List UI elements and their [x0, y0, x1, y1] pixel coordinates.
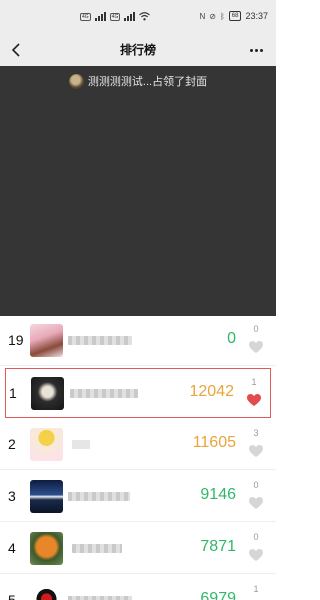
battery-icon: 68: [228, 11, 242, 21]
avatar[interactable]: [30, 428, 63, 461]
step-count: 6979: [200, 590, 236, 600]
avatar[interactable]: [31, 377, 64, 410]
wifi-icon: [139, 12, 151, 21]
cover-caption-text: 测测测测试...占领了封面: [87, 76, 208, 88]
more-button[interactable]: [242, 38, 270, 62]
nav-bar: 排行榜: [0, 34, 276, 66]
rank-number: 19: [8, 332, 24, 348]
cover-image[interactable]: 测测测测试...占领了封面: [0, 66, 276, 316]
status-right: N ⊘ ᛒ 68 23:37: [199, 11, 268, 21]
like-count: 0: [253, 480, 259, 490]
sim1-badge: 4G: [80, 12, 91, 21]
step-count: 0: [227, 330, 236, 347]
heart-icon[interactable]: [249, 341, 263, 354]
step-count: 12042: [189, 383, 235, 400]
rank-number: 3: [8, 488, 16, 504]
sim2-badge: 4G: [109, 12, 121, 21]
ranking-row[interactable]: 4 7871 0: [0, 524, 276, 574]
avatar[interactable]: [30, 480, 63, 513]
ranking-row-current-user[interactable]: 1 12042 1: [5, 368, 271, 418]
avatar[interactable]: [30, 584, 63, 600]
like-count: 0: [253, 532, 259, 542]
heart-icon[interactable]: [249, 549, 263, 562]
ranking-row[interactable]: 19 0 0: [0, 316, 276, 366]
like-count: 0: [253, 324, 259, 334]
signal-group: 4G 4G: [80, 12, 151, 21]
user-name-blurred: [72, 440, 90, 449]
heart-icon-liked[interactable]: [247, 394, 261, 407]
page-title: 排行榜: [119, 43, 156, 57]
row-divider: [0, 469, 276, 470]
heart-icon[interactable]: [249, 445, 263, 458]
nfc-icon: N: [199, 11, 206, 21]
rank-number: 5: [8, 592, 16, 600]
bluetooth-icon: ᛒ: [219, 11, 225, 21]
avatar[interactable]: [30, 532, 63, 565]
user-name-blurred: [68, 596, 132, 600]
mute-icon: ⊘: [209, 11, 216, 21]
signal-bars-icon: [124, 12, 136, 21]
like-count: 3: [253, 428, 259, 438]
user-name-blurred: [68, 492, 130, 501]
user-name-blurred: [70, 389, 138, 398]
rank-number: 1: [9, 385, 17, 401]
ranking-row[interactable]: 2 11605 3: [0, 420, 276, 470]
step-count: 9146: [200, 486, 236, 503]
row-divider: [0, 521, 276, 522]
ranking-row[interactable]: 3 9146 0: [0, 472, 276, 522]
heart-icon[interactable]: [249, 497, 263, 510]
clock: 23:37: [245, 11, 268, 21]
rank-number: 4: [8, 540, 16, 556]
cover-caption: 测测测测试...占领了封面: [0, 73, 276, 89]
like-count: 1: [251, 377, 257, 387]
ranking-row[interactable]: 5 6979 1: [0, 576, 276, 600]
signal-bars-icon: [94, 12, 106, 21]
row-divider: [0, 573, 276, 574]
rank-number: 2: [8, 436, 16, 452]
step-count: 7871: [200, 538, 236, 555]
row-divider: [0, 365, 276, 366]
more-dots-icon: [249, 48, 253, 52]
status-bar: 4G 4G N ⊘ ᛒ 68 23:37: [0, 0, 276, 34]
cover-owner-avatar: [68, 73, 84, 89]
like-count: 1: [253, 584, 259, 594]
user-name-blurred: [72, 544, 122, 553]
user-name-blurred: [68, 336, 132, 345]
avatar[interactable]: [30, 324, 63, 357]
step-count: 11605: [192, 434, 236, 451]
